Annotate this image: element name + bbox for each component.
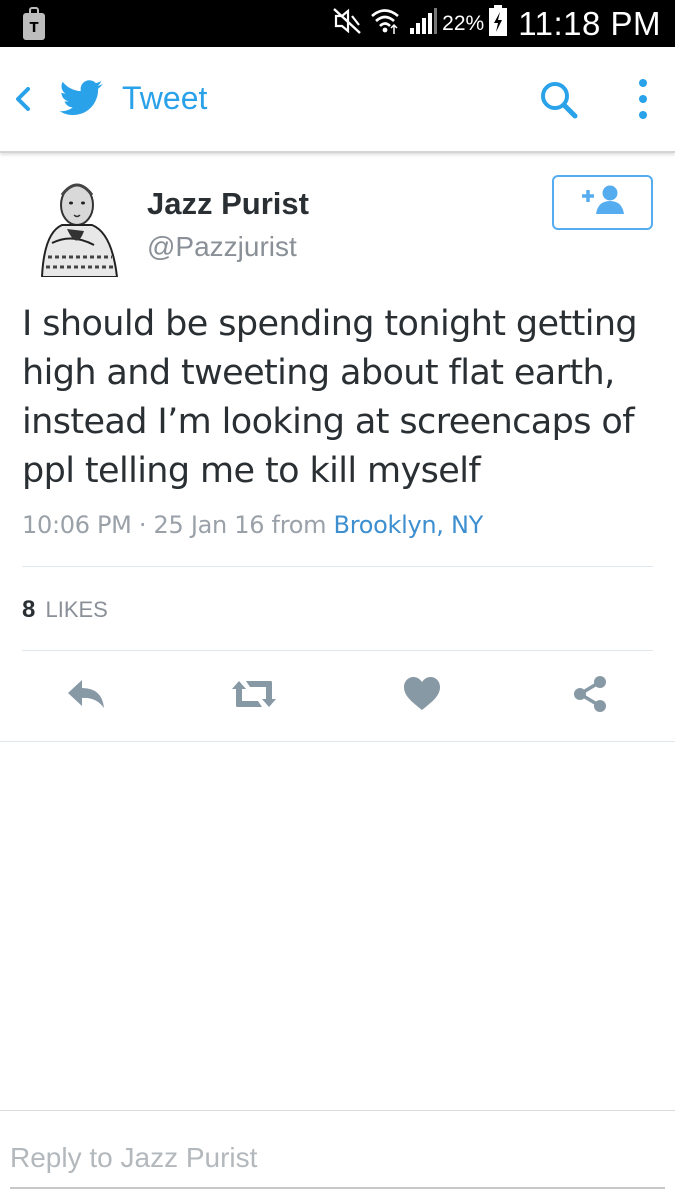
app-bar: Tweet [0, 47, 675, 153]
svg-text:T: T [30, 21, 39, 36]
add-user-icon [578, 184, 628, 221]
avatar[interactable] [22, 173, 122, 277]
reply-icon[interactable] [60, 668, 112, 720]
twitter-bird-icon [56, 79, 104, 119]
likes-number: 8 [22, 596, 36, 623]
search-icon[interactable] [538, 79, 580, 121]
retweet-icon[interactable] [228, 668, 280, 720]
page-title: Tweet [122, 80, 208, 116]
battery-charging-icon [488, 5, 508, 42]
likes-count[interactable]: 8 LIKES [22, 596, 108, 624]
tweet-timestamp: 10:06 PM · 25 Jan 16 [22, 511, 265, 539]
follow-button[interactable] [552, 175, 653, 230]
status-bar: T 22% 11:18 PM [0, 0, 675, 47]
author-handle[interactable]: @Pazzjurist [147, 231, 297, 263]
signal-icon [408, 6, 438, 41]
divider [0, 741, 675, 742]
author-name[interactable]: Jazz Purist [147, 186, 309, 222]
battery-percent: 22% [442, 11, 485, 35]
tweet-location-link[interactable]: Brooklyn, NY [334, 511, 484, 539]
wifi-icon [370, 6, 400, 41]
clock: 11:18 PM [518, 4, 661, 42]
carrier-tmobile-icon: T [22, 7, 46, 41]
tweet-actions [0, 668, 675, 724]
from-label: from [271, 511, 327, 539]
like-heart-icon[interactable] [396, 668, 448, 720]
overflow-menu-icon[interactable] [632, 77, 654, 125]
divider [22, 566, 653, 567]
share-icon[interactable] [564, 668, 616, 720]
back-chevron-icon[interactable] [12, 85, 34, 113]
reply-input[interactable] [10, 1129, 665, 1189]
likes-label: LIKES [45, 597, 108, 622]
mute-icon [332, 7, 362, 40]
tweet-meta: 10:06 PM · 25 Jan 16 from Brooklyn, NY [22, 511, 483, 539]
divider [22, 650, 653, 651]
tweet-text: I should be spending tonight getting hig… [22, 304, 638, 491]
reply-bar [0, 1110, 675, 1200]
